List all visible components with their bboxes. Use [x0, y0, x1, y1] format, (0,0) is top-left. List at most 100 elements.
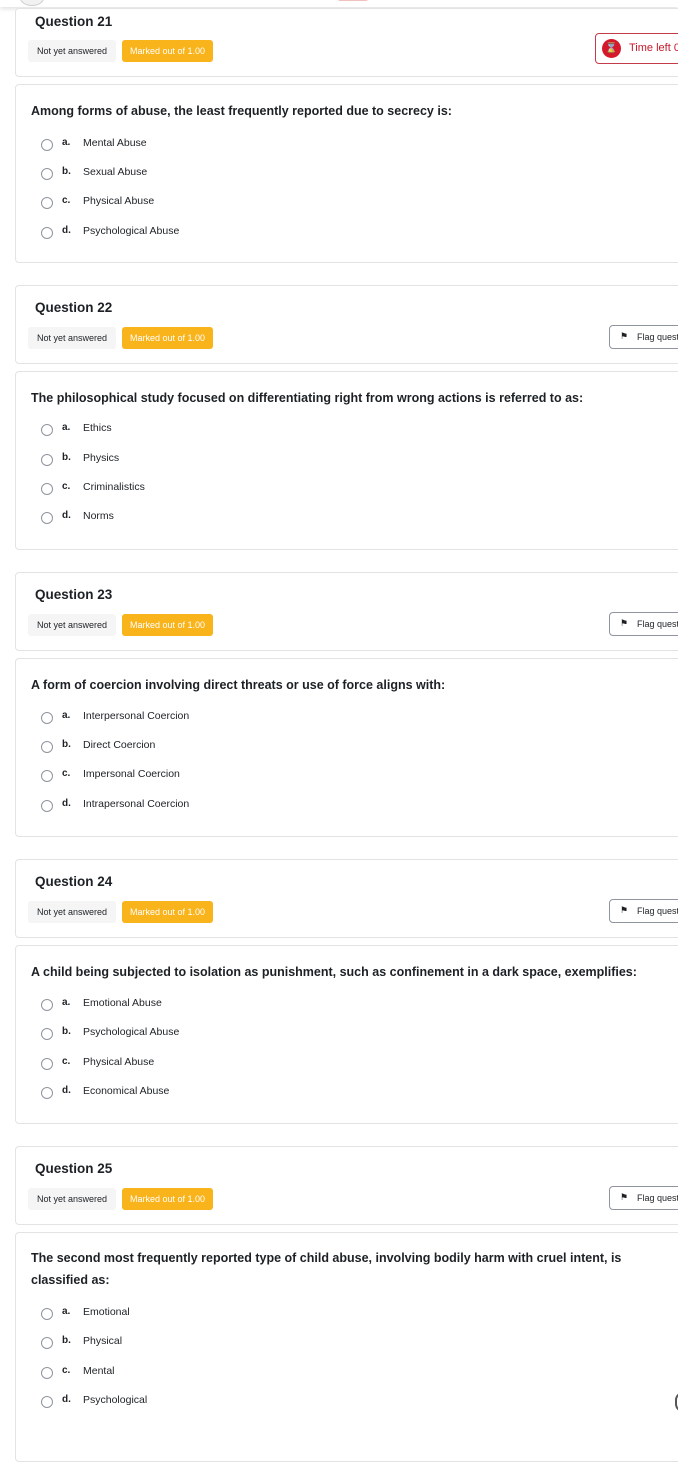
flag-label: Flag question	[637, 619, 678, 629]
answer-letter: a.	[62, 710, 71, 721]
question-content-24: A child being subjected to isolation as …	[15, 945, 678, 1124]
answer-text[interactable]: Psychological Abuse	[83, 225, 179, 237]
question-content-22: The philosophical study focused on diffe…	[15, 371, 678, 550]
radio-button[interactable]	[41, 512, 53, 524]
question-title: Question 25	[35, 1161, 113, 1176]
question-title: Question 23	[35, 587, 113, 602]
question-text: A child being subjected to isolation as …	[31, 965, 637, 979]
flag-icon: ⚑	[620, 331, 629, 341]
radio-button[interactable]	[41, 999, 53, 1011]
answer-letter: c.	[62, 768, 71, 779]
radio-button[interactable]	[41, 424, 53, 436]
radio-button[interactable]	[41, 1028, 53, 1040]
question-state: Not yet answered	[28, 901, 117, 923]
answer-letter: d.	[62, 1394, 71, 1405]
radio-button[interactable]	[41, 454, 53, 466]
answer-letter: b.	[62, 166, 71, 177]
answer-letter: c.	[62, 1365, 71, 1376]
flag-question-button[interactable]: ⚑ Flag question	[609, 1186, 678, 1210]
radio-button[interactable]	[41, 1396, 53, 1408]
radio-button[interactable]	[41, 770, 53, 782]
question-info-25: Question 25 Not yet answered Marked out …	[15, 1146, 678, 1225]
answer-letter: b.	[62, 452, 71, 463]
flag-label: Flag question	[637, 906, 678, 916]
question-text: The philosophical study focused on diffe…	[31, 391, 584, 405]
radio-button[interactable]	[41, 227, 53, 239]
question-grade-badge: Marked out of 1.00	[122, 901, 214, 923]
answer-letter: a.	[62, 137, 71, 148]
flag-question-button[interactable]: ⚑ Flag question	[609, 899, 678, 923]
hourglass-icon: ⌛	[602, 39, 621, 58]
question-title: Question 22	[35, 300, 113, 315]
answer-letter: c.	[62, 481, 71, 492]
answer-text[interactable]: Psychological Abuse	[83, 1026, 179, 1038]
radio-button[interactable]	[41, 1337, 53, 1349]
radio-button[interactable]	[41, 168, 53, 180]
question-grade-badge: Marked out of 1.00	[122, 614, 214, 636]
answer-text[interactable]: Emotional	[83, 1306, 130, 1318]
answer-text[interactable]: Norms	[83, 510, 114, 522]
flag-label: Flag question	[637, 332, 678, 342]
radio-button[interactable]	[41, 1087, 53, 1099]
radio-button[interactable]	[41, 1367, 53, 1379]
answer-text[interactable]: Physical Abuse	[83, 1056, 154, 1068]
answer-text[interactable]: Impersonal Coercion	[83, 768, 180, 780]
answer-letter: d.	[62, 225, 71, 236]
question-grade-badge: Marked out of 1.00	[122, 40, 214, 62]
answer-letter: d.	[62, 510, 71, 521]
answer-text[interactable]: Ethics	[83, 422, 112, 434]
answer-letter: a.	[62, 997, 71, 1008]
question-state: Not yet answered	[28, 1188, 117, 1210]
answer-text[interactable]: Direct Coercion	[83, 739, 155, 751]
answer-text[interactable]: Mental Abuse	[83, 137, 147, 149]
radio-button[interactable]	[41, 712, 53, 724]
answer-text[interactable]: Psychological	[83, 1394, 147, 1406]
question-state: Not yet answered	[28, 40, 117, 62]
answer-text[interactable]: Emotional Abuse	[83, 997, 162, 1009]
question-info-23: Question 23 Not yet answered Marked out …	[15, 572, 678, 651]
quiz-timer: ⌛ Time left 0:50	[595, 33, 678, 64]
question-info-21: Question 21 Not yet answered Marked out …	[15, 8, 678, 77]
question-title: Question 21	[35, 14, 113, 29]
answer-letter: c.	[62, 1056, 71, 1067]
radio-button[interactable]	[41, 1308, 53, 1320]
menu-avatar-edge[interactable]	[20, 0, 44, 6]
flag-icon: ⚑	[620, 1192, 629, 1202]
question-title: Question 24	[35, 874, 113, 889]
answer-text[interactable]: Criminalistics	[83, 481, 145, 493]
question-text: Among forms of abuse, the least frequent…	[31, 104, 452, 118]
answer-letter: a.	[62, 1306, 71, 1317]
flag-label: Flag question	[637, 1193, 678, 1203]
question-info-24: Question 24 Not yet answered Marked out …	[15, 859, 678, 938]
flag-question-button[interactable]: ⚑ Flag question	[609, 325, 678, 349]
question-grade-badge: Marked out of 1.00	[122, 327, 214, 349]
answer-text[interactable]: Mental	[83, 1365, 115, 1377]
radio-button[interactable]	[41, 483, 53, 495]
question-text: A form of coercion involving direct thre…	[31, 678, 446, 692]
answer-text[interactable]: Sexual Abuse	[83, 166, 147, 178]
answer-text[interactable]: Physical Abuse	[83, 195, 154, 207]
top-indicator	[338, 0, 368, 1]
flag-question-button[interactable]: ⚑ Flag question	[609, 612, 678, 636]
answer-text[interactable]: Interpersonal Coercion	[83, 710, 189, 722]
question-content-21: Among forms of abuse, the least frequent…	[15, 84, 678, 263]
answer-text[interactable]: Physical	[83, 1335, 122, 1347]
question-text: The second most frequently reported type…	[31, 1251, 622, 1287]
radio-button[interactable]	[41, 1058, 53, 1070]
flag-icon: ⚑	[620, 618, 629, 628]
question-state: Not yet answered	[28, 614, 117, 636]
radio-button[interactable]	[41, 197, 53, 209]
answer-letter: b.	[62, 739, 71, 750]
radio-button[interactable]	[41, 741, 53, 753]
radio-button[interactable]	[41, 800, 53, 812]
answer-text[interactable]: Economical Abuse	[83, 1085, 169, 1097]
answer-text[interactable]: Physics	[83, 452, 119, 464]
question-content-25: The second most frequently reported type…	[15, 1232, 678, 1462]
timer-text: Time left 0:50	[629, 42, 678, 54]
radio-button[interactable]	[41, 139, 53, 151]
question-state: Not yet answered	[28, 327, 117, 349]
flag-icon: ⚑	[620, 905, 629, 915]
answer-letter: b.	[62, 1335, 71, 1346]
answer-text[interactable]: Intrapersonal Coercion	[83, 798, 189, 810]
top-bar	[0, 0, 678, 7]
